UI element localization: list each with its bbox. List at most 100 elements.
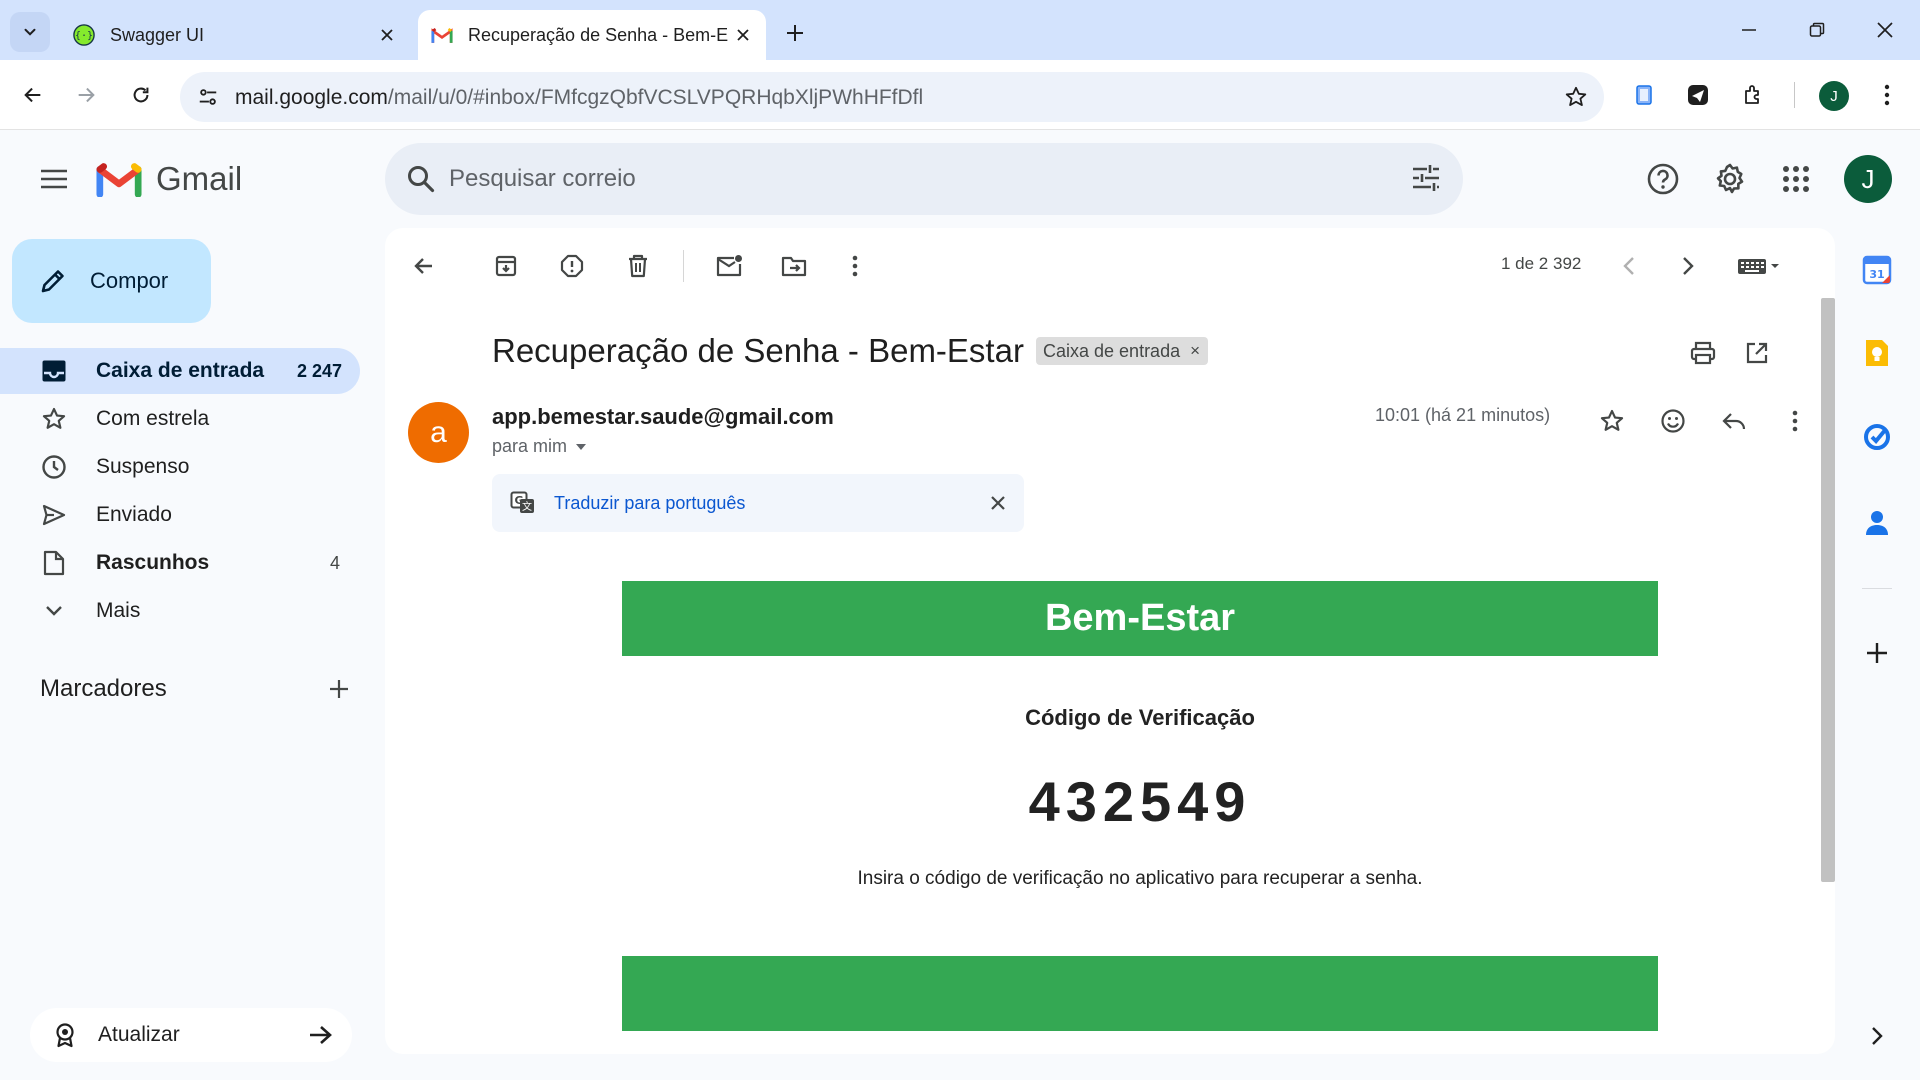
sidebar-item-inbox[interactable]: Caixa de entrada 2 247 xyxy=(0,348,360,394)
move-to-button[interactable] xyxy=(772,244,816,288)
star-icon xyxy=(1600,409,1624,431)
plus-icon xyxy=(787,25,803,41)
close-icon[interactable] xyxy=(990,495,1006,511)
new-tab-button[interactable] xyxy=(778,16,812,50)
message-more-button[interactable] xyxy=(1773,399,1817,443)
support-button[interactable] xyxy=(1638,154,1688,204)
close-tab-icon[interactable] xyxy=(730,22,756,48)
show-side-panel-button[interactable] xyxy=(1857,1016,1897,1056)
browser-menu-button[interactable] xyxy=(1865,73,1909,117)
puzzle-icon xyxy=(1745,85,1759,104)
calendar-app-button[interactable]: 31 xyxy=(1857,250,1897,290)
label-chip-text: Caixa de entrada xyxy=(1043,340,1181,361)
translate-link[interactable]: Traduzir para português xyxy=(554,493,990,514)
search-icon[interactable] xyxy=(405,163,437,195)
upgrade-label: Atualizar xyxy=(98,1023,180,1046)
add-reaction-button[interactable] xyxy=(1651,399,1695,443)
google-apps-button[interactable] xyxy=(1771,154,1821,204)
keep-icon xyxy=(1866,340,1888,366)
print-button[interactable] xyxy=(1681,331,1725,375)
tab-gmail[interactable]: Recuperação de Senha - Bem-E xyxy=(418,10,766,60)
verification-code: 432549 xyxy=(1028,770,1252,833)
search-bar[interactable] xyxy=(385,143,1463,215)
message-scrollbar[interactable] xyxy=(1821,298,1835,882)
chevron-down-icon xyxy=(40,597,68,625)
minimize-icon xyxy=(1742,29,1756,31)
back-to-inbox-button[interactable] xyxy=(401,244,445,288)
sidebar-item-more[interactable]: Mais xyxy=(0,588,360,634)
bookmark-star-icon[interactable] xyxy=(1562,83,1590,111)
star-message-button[interactable] xyxy=(1590,399,1634,443)
svg-text:31: 31 xyxy=(1869,268,1884,281)
recipient-line[interactable]: para mim xyxy=(492,436,587,457)
open-new-window-button[interactable] xyxy=(1735,331,1779,375)
browser-profile-avatar[interactable]: J xyxy=(1819,81,1849,111)
tab-swagger[interactable]: {·} Swagger UI xyxy=(60,10,410,60)
svg-text:{·}: {·} xyxy=(75,31,93,42)
sender-email[interactable]: app.bemestar.saude@gmail.com xyxy=(492,404,834,430)
minimize-button[interactable] xyxy=(1726,10,1772,50)
keep-app-button[interactable] xyxy=(1857,333,1897,373)
search-input[interactable] xyxy=(449,157,1349,201)
caret-down-icon[interactable] xyxy=(575,443,587,451)
mark-unread-button[interactable] xyxy=(707,244,751,288)
search-options-icon[interactable] xyxy=(1409,161,1443,195)
settings-button[interactable] xyxy=(1705,154,1755,204)
sidebar-item-label: Mais xyxy=(96,599,141,622)
extension-tile-icon xyxy=(1636,85,1652,105)
older-button[interactable] xyxy=(1666,244,1710,288)
tab-title: Recuperação de Senha - Bem-E xyxy=(468,24,729,45)
get-addons-button[interactable] xyxy=(1857,633,1897,673)
sidebar-item-label: Rascunhos xyxy=(96,551,210,574)
sidebar-item-drafts[interactable]: Rascunhos 4 xyxy=(0,540,360,586)
inbox-icon xyxy=(40,357,68,385)
browser-toolbar: mail.google.com/mail/u/0/#inbox/FMfcgzQb… xyxy=(0,60,1920,130)
report-spam-button[interactable] xyxy=(550,244,594,288)
close-tab-icon[interactable] xyxy=(374,22,400,48)
swagger-icon: {·} xyxy=(72,23,96,47)
main-menu-button[interactable] xyxy=(30,155,78,203)
pencil-icon xyxy=(38,266,68,296)
toolbar-divider xyxy=(1794,82,1795,108)
delete-button[interactable] xyxy=(616,244,660,288)
tasks-app-button[interactable] xyxy=(1857,417,1897,457)
sidebar-item-snoozed[interactable]: Suspenso xyxy=(0,444,360,490)
contacts-app-button[interactable] xyxy=(1857,503,1897,543)
reload-button[interactable] xyxy=(119,73,163,117)
sidebar-item-starred[interactable]: Com estrela xyxy=(0,396,360,442)
gmail-logo[interactable]: Gmail xyxy=(96,160,242,198)
restore-button[interactable] xyxy=(1794,10,1840,50)
translate-extension-button[interactable] xyxy=(1622,73,1666,117)
input-tools-button[interactable] xyxy=(1727,244,1791,288)
back-button[interactable] xyxy=(11,73,55,117)
account-avatar[interactable]: J xyxy=(1844,155,1892,203)
create-label-button[interactable] xyxy=(328,678,350,700)
draft-count: 4 xyxy=(329,552,340,573)
calendar-icon: 31 xyxy=(1862,255,1892,285)
forward-button[interactable] xyxy=(64,73,108,117)
reply-button[interactable] xyxy=(1712,399,1756,443)
more-actions-button[interactable] xyxy=(833,244,877,288)
sender-avatar[interactable]: a xyxy=(408,402,469,463)
site-info-icon[interactable] xyxy=(194,83,222,111)
newer-button[interactable] xyxy=(1607,244,1651,288)
address-bar[interactable]: mail.google.com/mail/u/0/#inbox/FMfcgzQb… xyxy=(180,72,1604,122)
svg-text:文: 文 xyxy=(522,500,532,513)
gmail-wordmark: Gmail xyxy=(156,160,243,197)
reply-icon xyxy=(1722,413,1746,430)
tab-search-button[interactable] xyxy=(10,12,50,52)
compose-button[interactable]: Compor xyxy=(12,239,211,323)
close-window-button[interactable] xyxy=(1862,10,1908,50)
arrow-left-icon xyxy=(414,258,432,274)
upgrade-button[interactable]: Atualizar xyxy=(30,1008,352,1062)
inbox-label-chip[interactable]: Caixa de entrada × xyxy=(1036,337,1209,365)
extensions-button[interactable] xyxy=(1732,73,1776,117)
clock-icon xyxy=(40,453,68,481)
url-host: mail.google.com xyxy=(235,86,388,109)
send-extension-button[interactable] xyxy=(1676,73,1720,117)
browser-tab-bar: {·} Swagger UI Recuperação de Senha - Be… xyxy=(0,0,1920,60)
award-icon xyxy=(54,1022,76,1048)
sidebar-item-sent[interactable]: Enviado xyxy=(0,492,360,538)
remove-label-icon[interactable]: × xyxy=(1190,341,1200,361)
archive-button[interactable] xyxy=(484,244,528,288)
